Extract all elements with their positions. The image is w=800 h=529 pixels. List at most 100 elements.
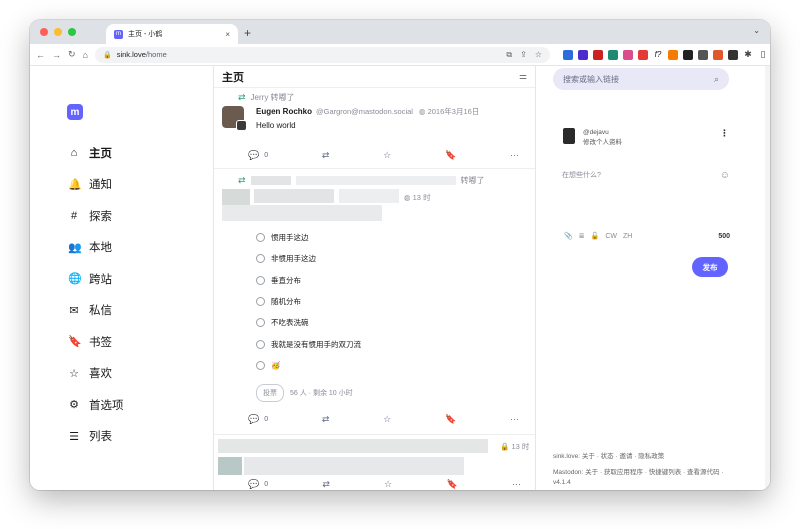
- status-date[interactable]: ◍ 2016年3月16日: [419, 106, 479, 117]
- nav-item-direct[interactable]: ✉ 私信: [68, 295, 124, 327]
- status-time[interactable]: 🔒 13 时: [500, 441, 529, 452]
- compose-panel: 搜索或输入链接 ⌕ @dejavu 修改个人资料 ⋮ 在想些什么? ☺ 📎 ≣ …: [536, 66, 770, 490]
- extension-10-icon[interactable]: [697, 49, 708, 60]
- bookmark-button[interactable]: 🔖: [445, 414, 456, 425]
- nav-item-lists[interactable]: ☰ 列表: [68, 421, 124, 453]
- nav-item-notifications[interactable]: 🔔 通知: [68, 169, 124, 201]
- new-tab-button[interactable]: +: [244, 26, 251, 40]
- back-icon[interactable]: ←: [36, 50, 45, 60]
- extension-9-icon[interactable]: [682, 49, 693, 60]
- favourite-button[interactable]: ☆: [383, 414, 391, 425]
- nav-item-bookmarks[interactable]: 🔖 书签: [68, 326, 124, 358]
- boost-button[interactable]: ⇄: [322, 479, 330, 490]
- poll-option[interactable]: 我就是没有惯用手的双刀流: [256, 333, 535, 354]
- globe-icon: ◍: [404, 193, 411, 202]
- more-button[interactable]: ···: [512, 479, 521, 489]
- nav-item-home[interactable]: ⌂ 主页: [68, 137, 124, 169]
- publish-button[interactable]: 发布: [692, 257, 728, 277]
- poll-option[interactable]: 垂直分布: [256, 270, 535, 291]
- extension-1-icon[interactable]: [562, 49, 573, 60]
- edit-profile-link[interactable]: 修改个人资料: [583, 138, 622, 148]
- reply-button[interactable]: 💬 0: [248, 479, 268, 490]
- status-3[interactable]: 🔒 13 时 💬 0 ⇄ ☆ 🔖 ···: [214, 435, 535, 490]
- status-2[interactable]: ⇄ 转嘟了 ◍ 13 时 惯用手这边 非惯用手这边 垂直分布 随机分布 不吃表洗…: [214, 169, 535, 428]
- author-name[interactable]: Eugen Rochko: [256, 107, 312, 116]
- language-button[interactable]: ZH: [623, 233, 632, 240]
- brave-shield-icon[interactable]: [712, 49, 723, 60]
- tab-search-chevron-icon[interactable]: ⌄: [753, 26, 760, 35]
- favourite-button[interactable]: ☆: [383, 150, 391, 161]
- poll-option[interactable]: 随机分布: [256, 291, 535, 312]
- reload-icon[interactable]: ↻: [68, 49, 76, 60]
- extension-4-icon[interactable]: [607, 49, 618, 60]
- forward-icon[interactable]: →: [52, 50, 61, 60]
- minimize-window-button[interactable]: [54, 28, 62, 36]
- nav-item-preferences[interactable]: ⚙ 首选项: [68, 389, 123, 421]
- bookmark-star-icon[interactable]: ☆: [535, 50, 542, 60]
- tab-home[interactable]: m 主页 - 小鹤 ×: [106, 24, 238, 44]
- ellipsis-icon: ···: [509, 150, 519, 160]
- extension-12-icon[interactable]: [727, 49, 738, 60]
- column-settings-icon[interactable]: ⚌: [519, 71, 527, 82]
- paperclip-icon[interactable]: 📎: [564, 232, 573, 240]
- footer-mastodon-links[interactable]: Mastodon: 关于 · 获取应用程序 · 快捷键列表 · 查看源代码 · …: [553, 468, 733, 488]
- home-icon[interactable]: ⌂: [83, 50, 88, 60]
- extension-3-icon[interactable]: [592, 49, 603, 60]
- search-input[interactable]: 搜索或输入链接 ⌕: [553, 68, 729, 90]
- account-menu-icon[interactable]: ⋮: [720, 128, 729, 139]
- more-button[interactable]: ···: [510, 414, 519, 424]
- status-actions: 💬 0 ⇄ ☆ 🔖 ···: [214, 146, 527, 164]
- scrollbar[interactable]: [765, 66, 770, 490]
- font-extension-icon[interactable]: f?: [652, 49, 663, 60]
- poll-option[interactable]: 非惯用手这边: [256, 248, 535, 269]
- extension-6-icon[interactable]: [637, 49, 648, 60]
- poll-option[interactable]: 🥳: [256, 355, 535, 376]
- visibility-lock-icon[interactable]: 🔓: [591, 232, 600, 240]
- poll-option[interactable]: 惯用手这边: [256, 227, 535, 248]
- user-avatar[interactable]: [563, 128, 575, 144]
- footer-instance-links[interactable]: sink.love: 关于 · 状态 · 邀请 · 隐私政策: [553, 452, 733, 462]
- zoom-window-button[interactable]: [68, 28, 76, 36]
- more-button[interactable]: ···: [510, 150, 519, 160]
- poll-option[interactable]: 不吃表洗碗: [256, 312, 535, 333]
- status-1[interactable]: ⇄ Jerry 转嘟了 Eugen Rochko @Gargron@mastodo…: [214, 88, 535, 164]
- nav-item-favourites[interactable]: ☆ 喜欢: [68, 358, 124, 390]
- reply-button[interactable]: 💬 0: [248, 414, 268, 425]
- bookmark-icon: 🔖: [68, 336, 82, 349]
- reply-button[interactable]: 💬 0: [248, 150, 268, 161]
- close-window-button[interactable]: [40, 28, 48, 36]
- open-in-app-icon[interactable]: ⧉: [506, 50, 512, 60]
- address-bar[interactable]: 🔒 sink.love/home ⧉ ⇪ ☆: [94, 46, 550, 63]
- compose-textarea[interactable]: 在想些什么? ☺: [562, 170, 730, 181]
- share-icon[interactable]: ⇪: [520, 50, 527, 60]
- search-icon: ⌕: [713, 73, 719, 84]
- mastodon-logo-icon[interactable]: m: [67, 104, 83, 120]
- boost-button[interactable]: ⇄: [322, 150, 330, 161]
- nav-label: 主页: [89, 147, 112, 160]
- tab-close-icon[interactable]: ×: [225, 30, 230, 39]
- bookmark-button[interactable]: 🔖: [447, 479, 458, 490]
- status-time[interactable]: ◍ 13 时: [404, 192, 431, 203]
- extension-8-icon[interactable]: [667, 49, 678, 60]
- nav-item-explore[interactable]: # 探索: [68, 200, 124, 232]
- nav-item-local[interactable]: 👥 本地: [68, 232, 124, 264]
- home-timeline: 主页 ⚌ ⇄ Jerry 转嘟了 Eugen Rochko @Gargron@ma…: [213, 66, 536, 490]
- sidebar-toggle-icon[interactable]: ▯: [757, 49, 768, 60]
- nav-item-federated[interactable]: 🌐 跨站: [68, 263, 124, 295]
- puzzle-extensions-icon[interactable]: ✱: [742, 49, 753, 60]
- user-handle[interactable]: @dejavu: [583, 128, 622, 138]
- bookmark-button[interactable]: 🔖: [445, 150, 456, 161]
- boost-button[interactable]: ⇄: [322, 414, 330, 425]
- extension-2-icon[interactable]: [577, 49, 588, 60]
- blurred-acct: [339, 189, 399, 203]
- poll-icon[interactable]: ≣: [579, 232, 585, 240]
- vote-button[interactable]: 投票: [256, 384, 284, 403]
- favourite-button[interactable]: ☆: [384, 479, 392, 490]
- emoji-picker-icon[interactable]: ☺: [720, 170, 730, 181]
- status-content: Eugen Rochko @Gargron@mastodon.social ◍ …: [214, 104, 535, 138]
- tab-strip: m 主页 - 小鹤 × + ⌄: [30, 20, 770, 44]
- content-warning-button[interactable]: CW: [605, 233, 617, 240]
- extension-5-icon[interactable]: [622, 49, 633, 60]
- boosted-by[interactable]: Jerry 转嘟了: [251, 92, 295, 103]
- author-acct[interactable]: @Gargron@mastodon.social: [316, 107, 413, 116]
